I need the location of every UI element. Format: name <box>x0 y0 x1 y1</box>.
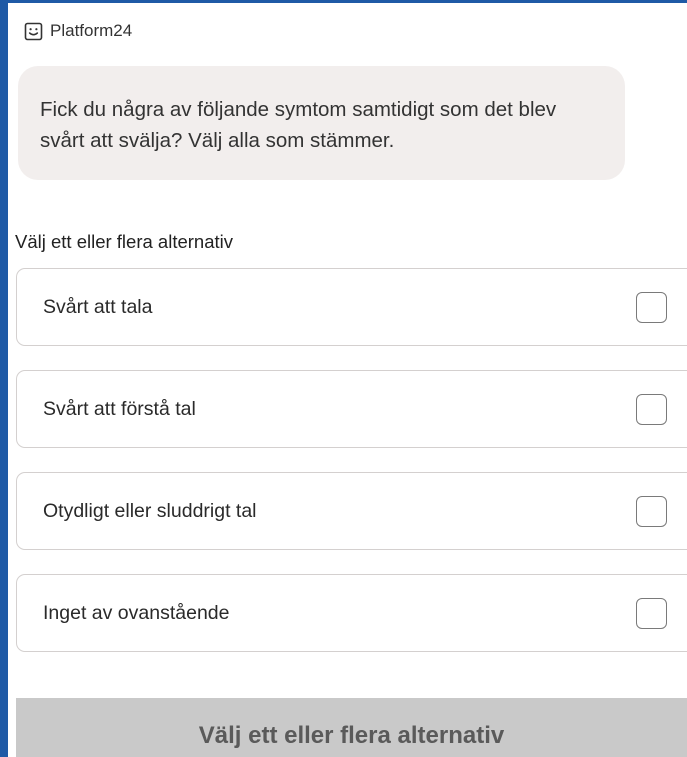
option-checkbox[interactable] <box>636 496 667 527</box>
option-svart-att-forsta-tal[interactable]: Svårt att förstå tal <box>16 370 687 448</box>
option-label: Otydligt eller sluddrigt tal <box>43 500 257 522</box>
window-frame-top <box>0 0 687 3</box>
chat-smile-icon <box>24 22 43 41</box>
bot-message-bubble: Fick du några av följande symtom samtidi… <box>18 66 625 180</box>
brand-name: Platform24 <box>50 21 133 40</box>
window-frame-left <box>0 0 8 757</box>
option-otydligt-tal[interactable]: Otydligt eller sluddrigt tal <box>16 472 687 550</box>
option-label: Svårt att tala <box>43 296 153 318</box>
bot-message-text: Fick du några av följande symtom samtidi… <box>40 98 557 152</box>
option-checkbox[interactable] <box>636 394 667 425</box>
question-instruction: Välj ett eller flera alternativ <box>15 231 233 252</box>
option-label: Inget av ovanstående <box>43 602 230 624</box>
submit-button-label: Välj ett eller flera alternativ <box>198 721 505 749</box>
option-label: Svårt att förstå tal <box>43 398 196 420</box>
option-checkbox[interactable] <box>636 292 667 323</box>
option-inget-av-ovanstaende[interactable]: Inget av ovanstående <box>16 574 687 652</box>
option-checkbox[interactable] <box>636 598 667 629</box>
chat-header: Platform24 <box>24 20 132 42</box>
option-svart-att-tala[interactable]: Svårt att tala <box>16 268 687 346</box>
submit-button[interactable]: Välj ett eller flera alternativ <box>16 698 687 757</box>
